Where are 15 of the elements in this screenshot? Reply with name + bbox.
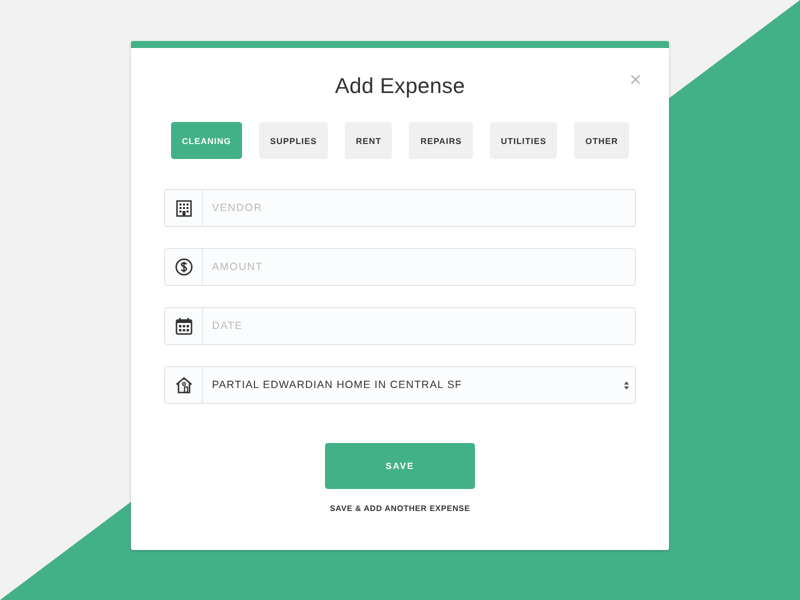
building-icon — [174, 199, 192, 217]
category-tab[interactable]: REPAIRS — [409, 122, 473, 159]
calendar-icon — [174, 317, 192, 335]
close-button[interactable] — [631, 75, 640, 84]
house-icon — [174, 376, 192, 394]
property-select[interactable]: PARTIAL EDWARDIAN HOME IN CENTRAL SF — [164, 366, 636, 404]
up-down-arrows-icon — [624, 380, 629, 390]
dialog-title: Add Expense — [334, 73, 466, 99]
dollar-icon — [174, 258, 192, 276]
category-tab[interactable]: UTILITIES — [490, 122, 558, 159]
save-and-add-another-link[interactable]: SAVE & ADD ANOTHER EXPENSE — [330, 503, 470, 515]
category-tab[interactable]: SUPPLIES — [259, 122, 328, 159]
category-tab[interactable]: OTHER — [574, 122, 630, 159]
close-icon — [631, 75, 640, 84]
category-tab[interactable]: RENT — [344, 122, 392, 159]
